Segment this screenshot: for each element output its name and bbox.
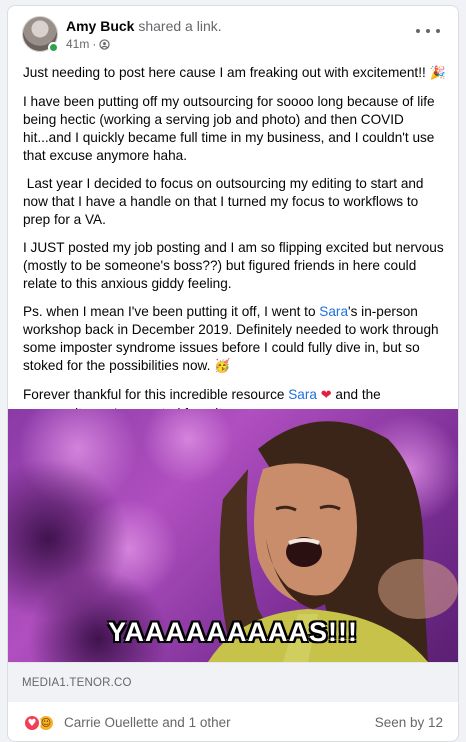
post-timestamp[interactable]: 41m [66, 37, 89, 51]
link-domain: MEDIA1.TENOR.CO [22, 677, 132, 689]
post-paragraph: Just needing to post here cause I am fre… [23, 65, 446, 81]
globe-icon[interactable] [99, 38, 111, 50]
post-paragraph: I JUST posted my job posting and I am so… [23, 240, 444, 291]
red-heart-icon: ❤ [320, 388, 332, 403]
post-action-text: shared a link. [138, 18, 222, 34]
party-face-icon: 🥳 [214, 359, 231, 374]
party-popper-icon: 🎉 [429, 66, 446, 81]
author-name[interactable]: Amy Buck [66, 18, 134, 34]
gif-media[interactable]: YAAAAAAAAAS!!! [8, 409, 458, 662]
mention-link[interactable]: Sara [288, 387, 317, 402]
love-reaction-icon: ♥ [23, 714, 41, 732]
post-meta: 41m · [66, 37, 111, 51]
post-paragraph: Last year I decided to focus on outsourc… [23, 176, 428, 227]
reactors-summary[interactable]: Carrie Ouellette and 1 other [64, 715, 231, 730]
gif-caption: YAAAAAAAAAS!!! [108, 617, 358, 647]
post-footer: ♥ ☺ Carrie Ouellette and 1 other Seen by… [8, 702, 458, 741]
more-options-icon[interactable] [416, 24, 440, 38]
meta-separator: · [92, 37, 97, 51]
post-header: Amy Buck shared a link. 41m · [8, 6, 458, 58]
author-line: Amy Buck shared a link. [66, 18, 222, 34]
reaction-icons[interactable]: ♥ ☺ [23, 714, 61, 732]
mention-link[interactable]: Sara [319, 304, 348, 319]
online-status-dot [48, 42, 59, 53]
seen-by-count[interactable]: Seen by 12 [375, 715, 443, 730]
post-card: Amy Buck shared a link. 41m · Just needi… [7, 5, 459, 742]
post-paragraph: Ps. when I mean I've been putting it off… [23, 304, 439, 374]
link-preview-bar[interactable]: MEDIA1.TENOR.CO [8, 662, 458, 702]
post-text: Just needing to post here cause I am fre… [23, 64, 447, 433]
post-paragraph: I have been putting off my outsourcing f… [23, 94, 435, 163]
